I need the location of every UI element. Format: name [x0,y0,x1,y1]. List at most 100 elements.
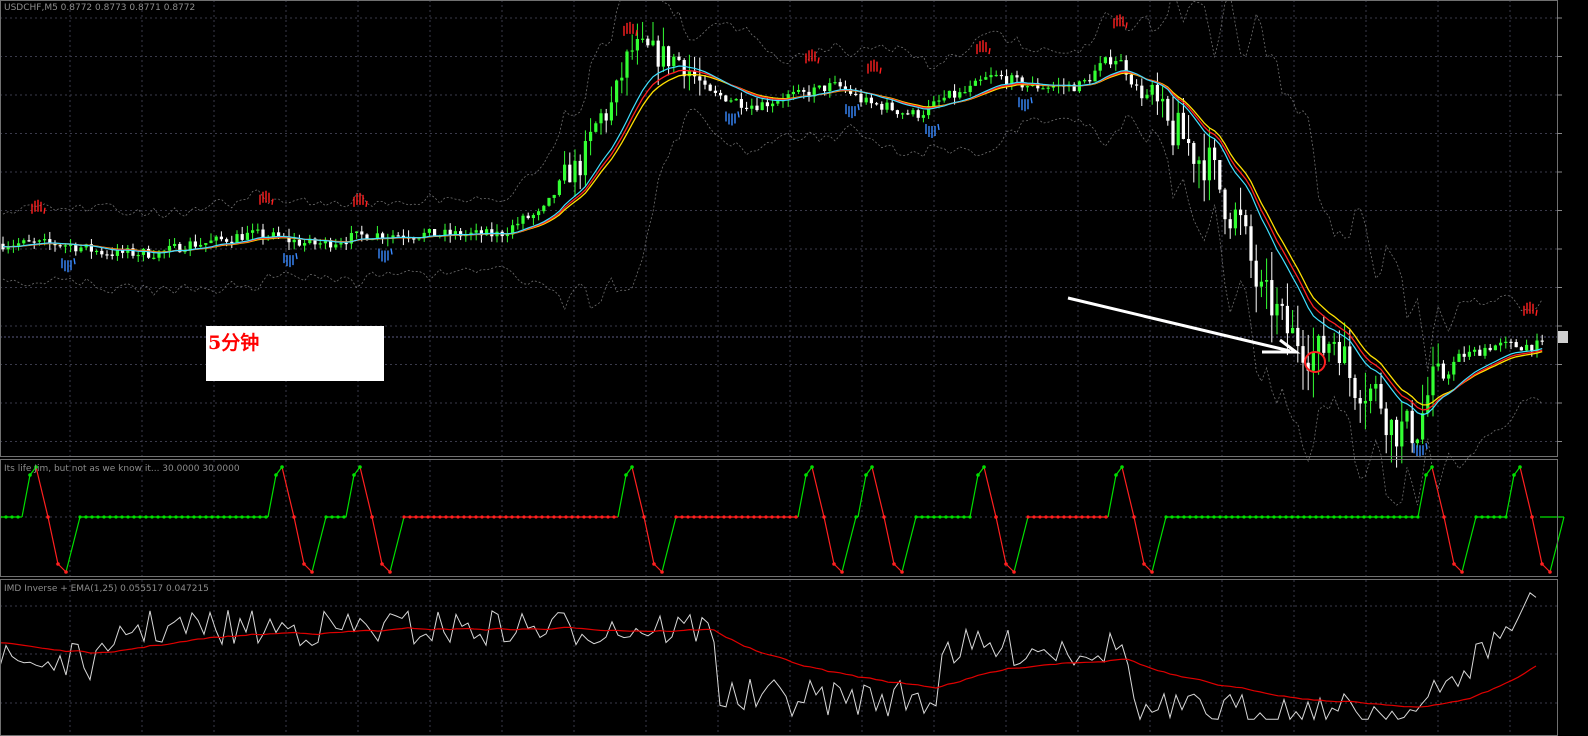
candle-body [589,131,593,142]
band-upper [2,0,1543,372]
candle-body [1415,439,1419,444]
osc-dot [822,515,826,519]
candle-body [583,141,587,176]
osc-dot [1530,515,1534,519]
osc-fall [631,466,663,573]
candle-body [1176,112,1180,146]
fractal-down-icon [1018,97,1033,112]
candle-body [802,89,806,92]
osc-dot [660,570,664,574]
candle-body [1374,383,1378,389]
candle-body [1161,98,1165,102]
candle-body [1280,303,1284,306]
osc-fall [983,466,1015,573]
candle-body [641,38,645,40]
candle-body [100,250,104,255]
candle-body [942,97,946,101]
candle-body [672,56,676,67]
candle-body [750,105,754,109]
candle-body [1457,353,1461,362]
candle-body [167,245,171,251]
candle-body [791,91,795,95]
fractal-down-icon [725,111,740,126]
candle-body [1452,361,1456,375]
osc-recover [901,516,917,573]
candle-body [1488,347,1492,351]
fractal-markers [31,14,1538,458]
candle-body [1135,84,1139,86]
candle-body [708,84,712,91]
candle-body [729,100,733,102]
candle-body [989,75,993,78]
osc-dot [280,465,284,469]
candle-body [1405,410,1409,422]
candle-body [1395,419,1399,447]
candle-body [1462,353,1466,357]
candle-body [604,113,608,121]
candle-body [537,211,541,216]
candle-body [1233,209,1237,229]
fractal-down-icon [1413,443,1428,458]
osc-dot [1430,465,1434,469]
candle-body [1239,209,1243,216]
candle-body [1483,347,1487,356]
candle-body [1046,87,1050,89]
candle-body [578,160,582,176]
candle-body [110,254,114,256]
candle-body [890,102,894,111]
candle-body [1223,189,1227,220]
imd-panel [0,592,1537,721]
candle-body [1311,352,1315,371]
fractal-down-icon [845,104,860,119]
candle-body [859,93,863,103]
candle-body [209,240,213,244]
candle-body [677,56,681,61]
candle-body [1317,335,1321,353]
osc-dot [642,515,646,519]
candle-body [22,240,26,244]
osc-dot [1512,473,1516,477]
candle-body [609,102,613,121]
osc-dot [1424,473,1428,477]
candle-body [58,245,62,247]
candle-body [1379,383,1383,409]
candle-body [1171,120,1175,146]
fractal-up-icon [867,59,882,74]
candle-body [344,242,348,245]
candle-body [1093,70,1097,82]
candle-body [1493,345,1497,351]
candle-body [864,97,868,103]
candle-body [1005,76,1009,85]
candle-body [568,164,572,183]
candle-body [1103,57,1107,64]
candle-body [1254,260,1258,287]
candle-body [1384,408,1388,436]
candle-body [599,113,603,124]
candle-body [105,254,109,256]
imd-ema-line [0,626,1537,708]
osc-dot [46,515,50,519]
candle-body [760,102,764,111]
candle-body [17,243,21,246]
fractal-up-icon [623,21,638,37]
osc-dot [982,465,986,469]
candle-body [984,77,988,80]
osc-dot [1518,465,1522,469]
candle-body [937,100,941,102]
candle-body [1467,351,1471,357]
candle-body [1363,400,1367,404]
candle-body [1083,80,1087,82]
candle-body [1259,281,1263,287]
candle-body [1265,280,1269,282]
candle-body [32,241,36,243]
timeframe-label-box: 5分钟 [206,326,384,381]
candle-body [635,39,639,51]
candle-body [1478,349,1482,356]
symbol-header: USDCHF,M5 0.8772 0.8773 0.8771 0.8772 [4,3,196,13]
candle-body [1322,335,1326,353]
panel-border [0,0,1558,457]
fractal-down-icon [925,123,940,138]
candle-body [1119,60,1123,62]
candle-body [1369,388,1373,401]
candle-body [199,244,203,247]
